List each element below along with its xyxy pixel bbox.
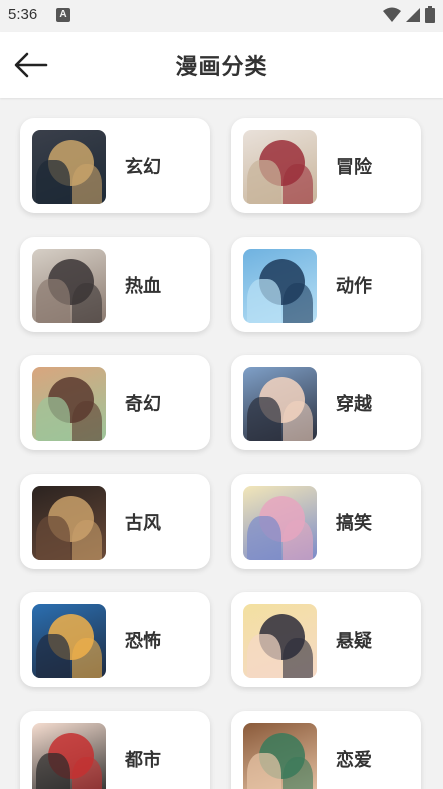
thumbnail-art (36, 752, 70, 789)
battery-icon (425, 6, 435, 23)
category-label: 恐怖 (125, 631, 161, 652)
thumbnail-art (283, 282, 313, 323)
category-card[interactable]: 热血 (20, 236, 210, 332)
category-card[interactable]: 搞笑 (231, 473, 421, 569)
category-thumbnail (243, 367, 317, 441)
category-label: 动作 (336, 275, 372, 297)
thumbnail-art (247, 515, 281, 560)
notification-app-icon: A (56, 8, 70, 22)
status-bar: 5:36 A (0, 0, 443, 32)
thumbnail-art (247, 752, 281, 789)
thumbnail-art (283, 164, 313, 204)
category-thumbnail (243, 130, 317, 204)
category-card[interactable]: 古风 (20, 473, 210, 569)
category-thumbnail (243, 604, 317, 678)
thumbnail-art (72, 756, 102, 789)
wifi-icon (383, 7, 401, 22)
category-grid: 玄幻 冒险热血 动作奇幻 穿越古风 搞笑恐怖 悬疑都市 恋爱 (0, 98, 443, 789)
category-thumbnail (32, 248, 106, 323)
category-label: 悬疑 (336, 631, 372, 652)
thumbnail-art (36, 515, 70, 560)
category-thumbnail (32, 367, 106, 441)
thumbnail-art (283, 519, 313, 560)
thumbnail-art (36, 634, 70, 678)
thumbnail-art (72, 519, 102, 560)
category-label: 都市 (125, 749, 161, 771)
thumbnail-art (36, 278, 70, 323)
status-time: 5:36 (8, 6, 38, 23)
thumbnail-art (36, 397, 70, 441)
category-card[interactable]: 穿越 (231, 355, 421, 450)
category-label: 搞笑 (336, 512, 372, 534)
category-label: 恋爱 (336, 749, 372, 771)
category-label: 玄幻 (125, 157, 161, 178)
page-title: 漫画分类 (175, 55, 268, 80)
thumbnail-art (283, 401, 313, 441)
category-card[interactable]: 恋爱 (231, 710, 421, 789)
category-label: 冒险 (336, 157, 372, 178)
category-thumbnail (243, 722, 317, 789)
thumbnail-art (72, 282, 102, 323)
category-label: 热血 (125, 275, 161, 297)
category-label: 古风 (125, 512, 161, 534)
category-card[interactable]: 玄幻 (20, 118, 210, 213)
category-thumbnail (243, 485, 317, 560)
category-card[interactable]: 悬疑 (231, 592, 421, 687)
thumbnail-art (283, 638, 313, 678)
status-icons (383, 6, 435, 23)
thumbnail-art (247, 634, 281, 678)
thumbnail-art (72, 164, 102, 204)
category-label: 穿越 (336, 394, 372, 415)
thumbnail-art (72, 638, 102, 678)
category-label: 奇幻 (125, 394, 161, 415)
category-card[interactable]: 动作 (231, 236, 421, 332)
category-thumbnail (32, 604, 106, 678)
category-card[interactable]: 都市 (20, 710, 210, 789)
category-thumbnail (243, 248, 317, 323)
category-thumbnail (32, 722, 106, 789)
category-card[interactable]: 恐怖 (20, 592, 210, 687)
thumbnail-art (72, 401, 102, 441)
thumbnail-art (247, 160, 281, 204)
category-thumbnail (32, 130, 106, 204)
category-thumbnail (32, 485, 106, 560)
category-card[interactable]: 奇幻 (20, 355, 210, 450)
thumbnail-art (283, 756, 313, 789)
category-card[interactable]: 冒险 (231, 118, 421, 213)
thumbnail-art (247, 397, 281, 441)
app-header: 漫画分类 (0, 32, 443, 98)
thumbnail-art (247, 278, 281, 323)
thumbnail-art (36, 160, 70, 204)
signal-icon (406, 7, 420, 22)
